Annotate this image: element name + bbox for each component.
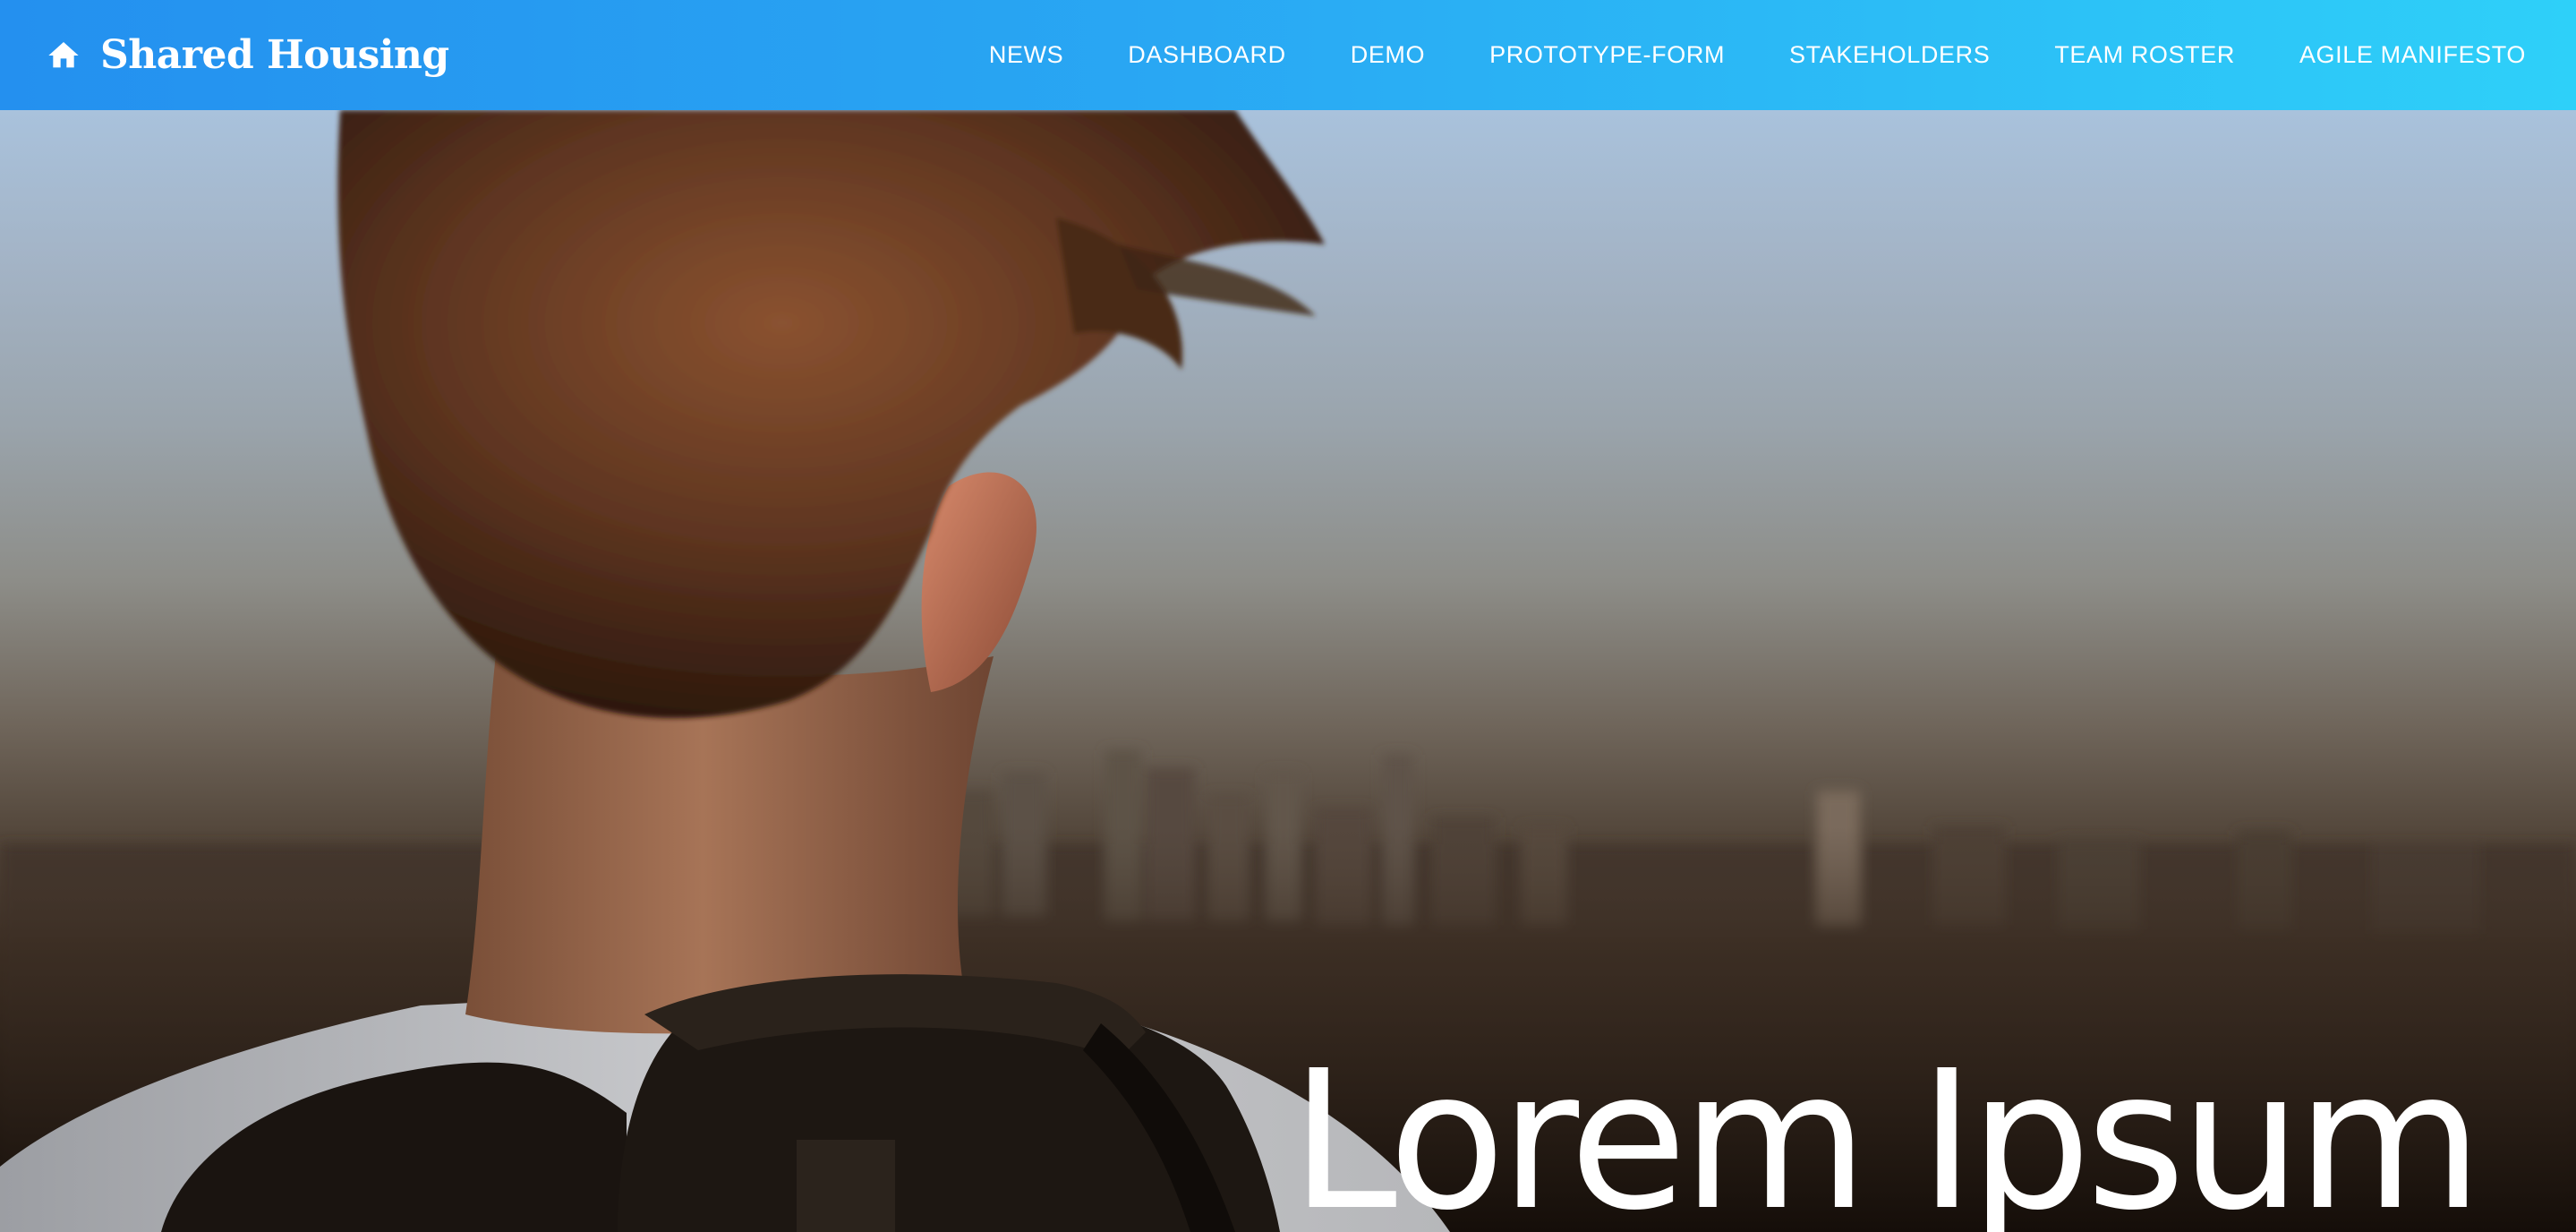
hero-heading: Lorem Ipsum	[1290, 1030, 2483, 1232]
hair	[337, 110, 1326, 719]
nav-link-dashboard[interactable]: DASHBOARD	[1128, 41, 1285, 69]
top-navbar: Shared Housing NEWS DASHBOARD DEMO PROTO…	[0, 0, 2576, 110]
nav-link-news[interactable]: NEWS	[989, 41, 1063, 69]
nav-link-agile-manifesto[interactable]: AGILE MANIFESTO	[2299, 41, 2526, 69]
nav-link-prototype-form[interactable]: PROTOTYPE-FORM	[1489, 41, 1725, 69]
brand-link[interactable]: Shared Housing	[45, 0, 449, 110]
main-nav: NEWS DASHBOARD DEMO PROTOTYPE-FORM STAKE…	[989, 0, 2526, 110]
nav-link-stakeholders[interactable]: STAKEHOLDERS	[1789, 41, 1990, 69]
hero-section: Lorem Ipsum	[0, 110, 2576, 1232]
home-icon	[45, 38, 82, 73]
brand-title: Shared Housing	[100, 32, 449, 78]
nav-link-demo[interactable]: DEMO	[1351, 41, 1425, 69]
nav-link-team-roster[interactable]: TEAM ROSTER	[2054, 41, 2235, 69]
